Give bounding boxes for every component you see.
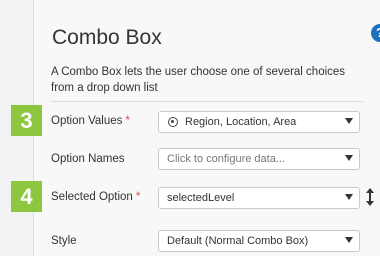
required-mark: *	[125, 115, 130, 127]
required-mark: *	[135, 191, 141, 203]
style-label: Style	[51, 235, 77, 247]
option-names-select[interactable]: Click to configure data...	[158, 148, 360, 170]
panel-description: A Combo Box lets the user choose one of …	[51, 66, 346, 94]
option-names-label: Option Names	[51, 153, 125, 165]
style-select[interactable]: Default (Normal Combo Box)	[158, 230, 360, 252]
option-values-label: Option Values *	[51, 115, 130, 127]
chevron-down-icon	[345, 237, 353, 243]
sort-icon[interactable]	[364, 187, 376, 207]
selected-option-label: Selected Option *	[51, 191, 140, 203]
selected-option-value: selectedLevel	[167, 192, 235, 204]
step-badge-4: 4	[11, 181, 42, 212]
selected-option-select[interactable]: selectedLevel	[158, 187, 360, 209]
chevron-down-icon	[345, 118, 353, 124]
style-value: Default (Normal Combo Box)	[167, 235, 309, 247]
selected-option-label-text: Selected Option	[51, 191, 133, 203]
target-icon	[168, 117, 178, 127]
chevron-down-icon	[345, 194, 353, 200]
help-icon[interactable]: ?	[371, 24, 380, 42]
option-values-value: Region, Location, Area	[185, 116, 297, 128]
option-values-label-text: Option Values	[51, 115, 123, 127]
step-badge-3: 3	[11, 105, 42, 136]
divider	[51, 101, 363, 102]
chevron-down-icon	[345, 155, 353, 161]
option-values-select[interactable]: Region, Location, Area	[158, 111, 360, 133]
option-names-placeholder: Click to configure data...	[167, 153, 286, 165]
panel-title: Combo Box	[52, 26, 162, 49]
